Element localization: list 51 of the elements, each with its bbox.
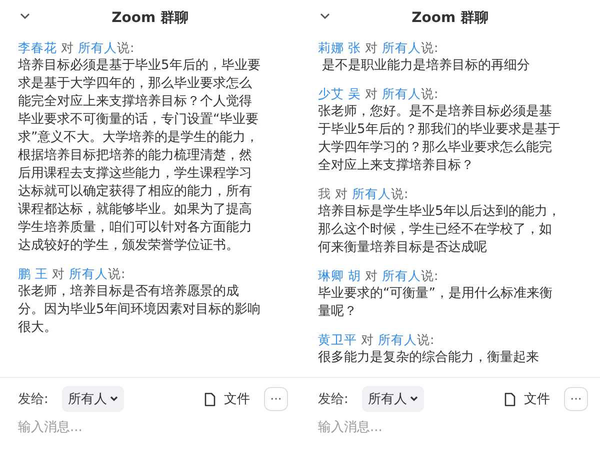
said-label: 说: xyxy=(420,268,438,283)
document-icon xyxy=(204,392,216,406)
to-label: 对 xyxy=(335,185,348,203)
recipient-name[interactable]: 所有人 xyxy=(352,186,391,201)
message-text: 培养目标是学生毕业5年以后达到的能力，那么这个时候，学生已经不在学校了，如何来衡量培养目标是否达成呢 xyxy=(318,203,562,257)
said-label: 说: xyxy=(108,266,126,281)
recipient-dropdown[interactable]: 所有人 xyxy=(362,386,424,412)
said-label: 说: xyxy=(391,186,408,201)
recipient-name[interactable]: 所有人 xyxy=(382,268,421,283)
to-label: 对 xyxy=(364,267,378,285)
chevron-down-icon[interactable] xyxy=(320,13,330,20)
message-text: 张老师，培养目标是否有培养愿景的成分。因为毕业5年间环境因素对目标的影响很大。 xyxy=(18,283,262,337)
sender-name[interactable]: 琳卿 胡 xyxy=(318,267,361,285)
chevron-down-icon[interactable] xyxy=(20,13,30,20)
to-label: 对 xyxy=(364,39,378,57)
said-label: 说: xyxy=(420,86,438,101)
sender-name[interactable]: 少艾 吴 xyxy=(318,85,361,103)
sender-name[interactable]: 莉娜 张 xyxy=(318,39,361,57)
caret-icon xyxy=(110,396,118,402)
sender-name[interactable]: 鹏 王 xyxy=(18,265,48,283)
sender-name[interactable]: 李春花 xyxy=(18,39,57,57)
more-button[interactable]: ··· xyxy=(564,387,588,411)
to-label: 对 xyxy=(61,39,74,57)
caret-icon xyxy=(410,396,418,402)
recipient-name[interactable]: 所有人 xyxy=(378,332,417,347)
said-label: 说: xyxy=(117,40,134,55)
sender-name: 我 xyxy=(318,185,331,203)
chat-title: Zoom 群聊 xyxy=(412,9,488,27)
recipient-dropdown[interactable]: 所有人 xyxy=(62,386,124,412)
file-button[interactable]: 文件 xyxy=(204,390,264,408)
file-button[interactable]: 文件 xyxy=(504,390,564,408)
message-text: 是不是职业能力是培养目标的再细分 xyxy=(321,57,532,75)
recipient-name[interactable]: 所有人 xyxy=(68,266,108,281)
said-label: 说: xyxy=(417,332,434,347)
to-label: 对 xyxy=(364,85,378,103)
recipient-name[interactable]: 所有人 xyxy=(382,86,421,101)
sender-name[interactable]: 黄卫平 xyxy=(318,331,357,349)
send-to-label: 发给: xyxy=(318,391,350,408)
message-text: 张老师，您好。是不是培养目标必须是基于毕业5年后的？那我们的毕业要求是基于大学四年学习的？那么毕业要求怎么能完全对应上来支撑培养目标？ xyxy=(318,103,562,175)
message-text: 培养目标必须是基于毕业5年后的，毕业要求是基于大学四年的，那么毕业要求怎么能完全对应上来支撑培养目标？个人觉得毕业要求不可衡量的话，专门设置“毕业要求”意义不大。大学培养的是学生的能力，根据培养目标把培养的能力梳理清楚，然后用课程去支撑这些能力，学生课程学习达标就可以确定获得了相应的能力，所有课程都达标，就能够毕业。如果为了提高学生培养质量，咱们可以针对各方面能力达成较好的学生，颁发荣誉学位证书。 xyxy=(18,57,262,255)
to-label: 对 xyxy=(52,265,65,283)
chat-title: Zoom 群聊 xyxy=(112,9,188,27)
said-label: 说: xyxy=(420,40,438,55)
document-icon xyxy=(504,392,516,406)
to-label: 对 xyxy=(361,331,374,349)
message-text: 毕业要求的“可衡量”，是用什么标准来衡量呢？ xyxy=(318,285,554,321)
more-button[interactable]: ··· xyxy=(264,387,288,411)
recipient-name[interactable]: 所有人 xyxy=(382,40,421,55)
recipient-name[interactable]: 所有人 xyxy=(78,40,117,55)
send-to-label: 发给: xyxy=(18,391,50,408)
message-text: 很多能力是复杂的综合能力，衡量起来 xyxy=(318,349,540,367)
